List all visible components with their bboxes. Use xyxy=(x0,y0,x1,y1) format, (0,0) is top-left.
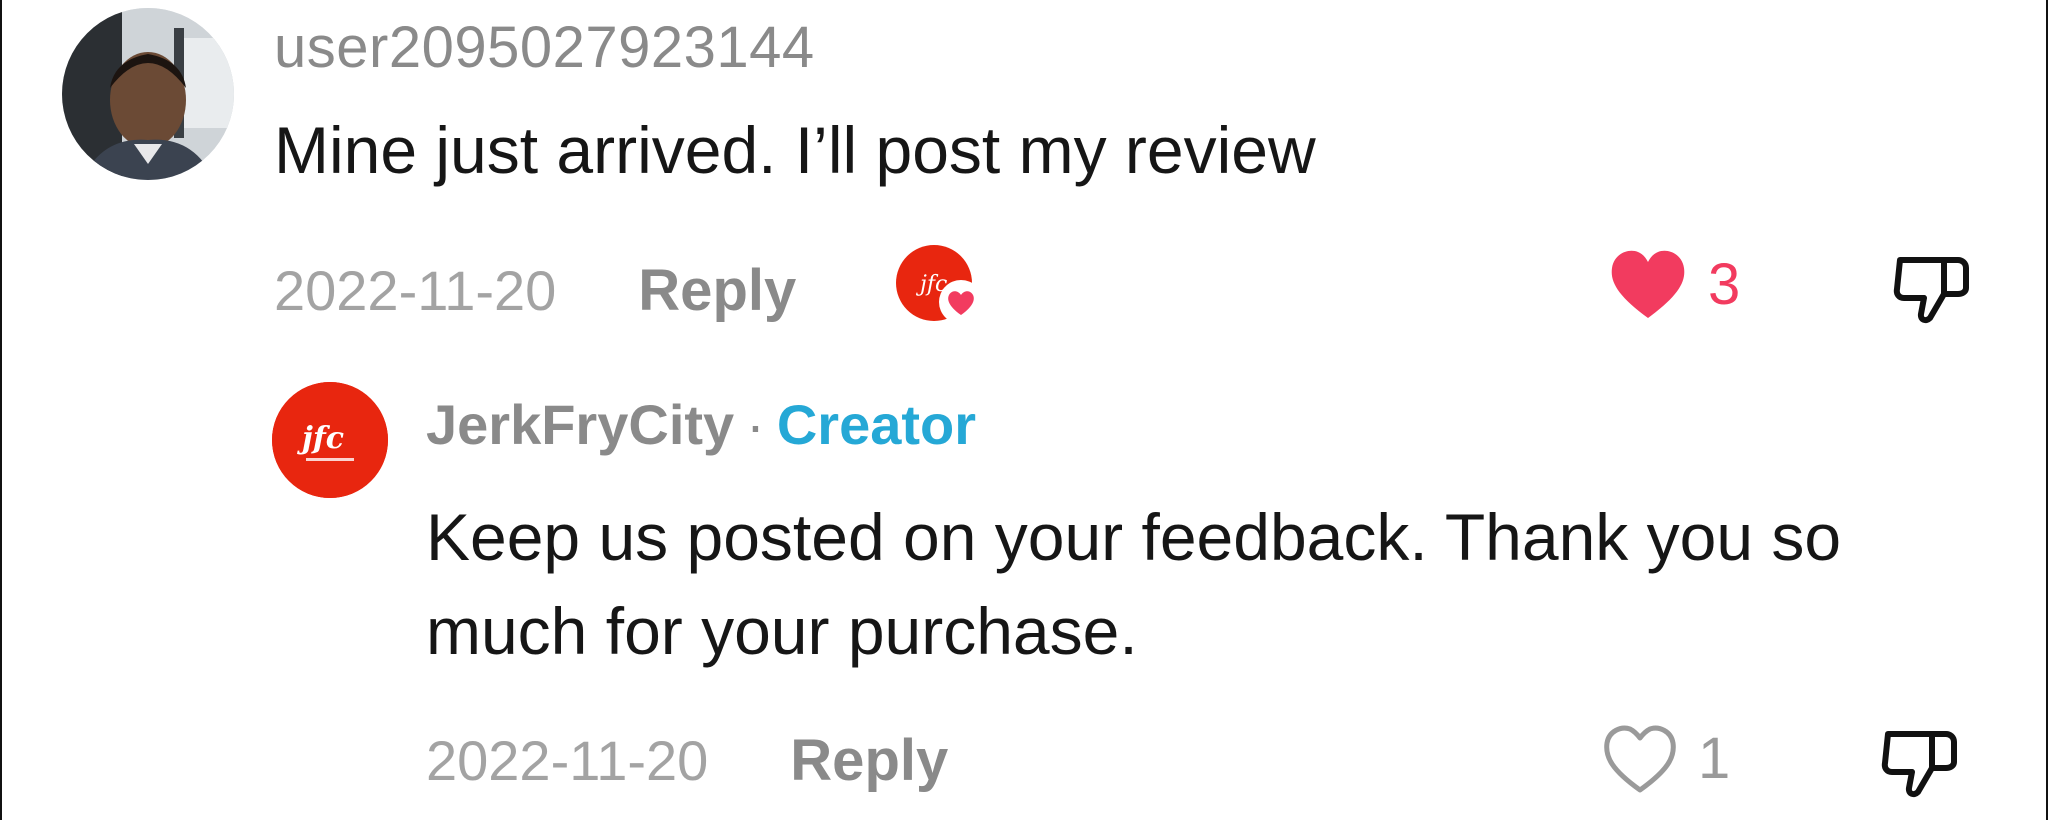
comment-text: Mine just arrived. I’ll post my review xyxy=(274,113,1316,187)
reply-username[interactable]: JerkFryCity xyxy=(426,393,734,456)
heart-icon xyxy=(939,280,983,324)
dislike-icon xyxy=(1881,731,1957,798)
liked-by-creator-badge: jfc xyxy=(896,245,986,325)
avatar-photo xyxy=(62,8,234,180)
svg-text:jfc: jfc xyxy=(297,421,344,456)
reply-button[interactable]: Reply xyxy=(790,727,948,794)
dislike-button[interactable] xyxy=(1892,248,1972,333)
creator-badge: Creator xyxy=(776,393,976,456)
like-button[interactable]: 3 xyxy=(1606,246,1740,322)
heart-icon xyxy=(1611,250,1685,318)
reply-text: Keep us posted on your feedback. Thank y… xyxy=(426,500,1842,668)
reply-meta: 2022-11-20 Reply xyxy=(426,720,948,800)
like-count: 1 xyxy=(1698,725,1731,791)
like-button[interactable]: 1 xyxy=(1598,720,1730,796)
reply-username-row: JerkFryCity · Creator xyxy=(426,392,976,457)
avatar[interactable] xyxy=(62,8,234,180)
dislike-icon xyxy=(1893,257,1969,324)
dislike-button[interactable] xyxy=(1880,722,1960,807)
like-count: 3 xyxy=(1708,251,1741,317)
heart-outline-icon xyxy=(1604,725,1676,793)
comment-meta: 2022-11-20 Reply xyxy=(274,250,796,330)
comment-date: 2022-11-20 xyxy=(274,258,557,322)
reply-date: 2022-11-20 xyxy=(426,728,709,792)
comment-username[interactable]: user2095027923144 xyxy=(274,14,815,81)
reply-button[interactable]: Reply xyxy=(638,257,796,324)
creator-logo-icon: jfc xyxy=(272,382,388,498)
separator-dot: · xyxy=(746,393,765,456)
creator-avatar[interactable]: jfc xyxy=(272,382,388,498)
